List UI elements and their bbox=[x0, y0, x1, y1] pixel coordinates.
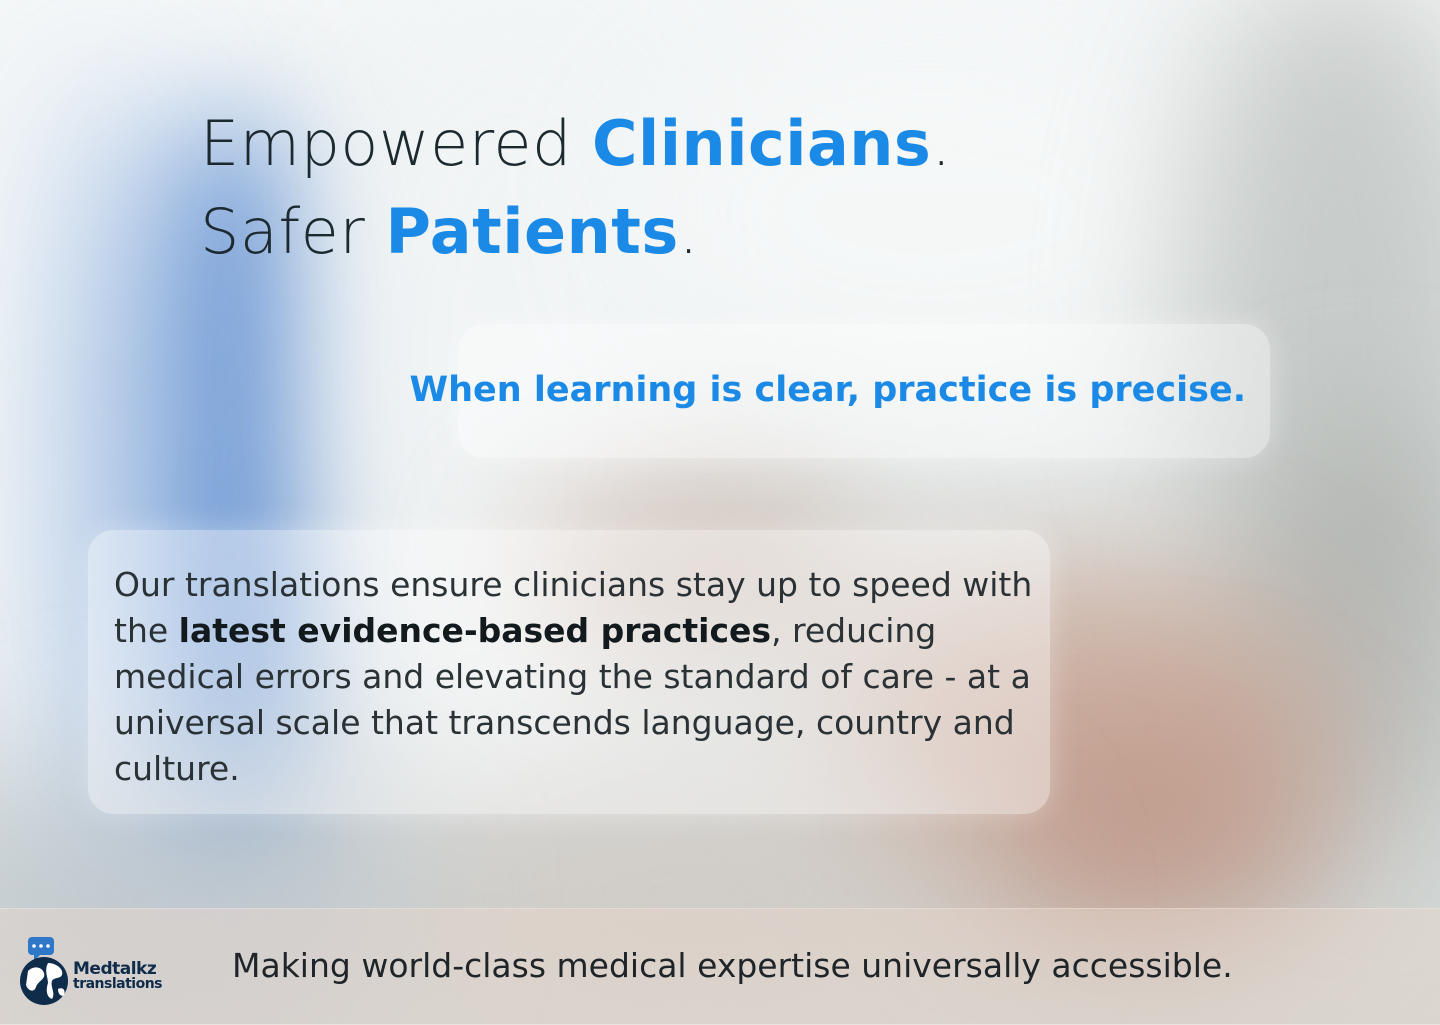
description-text: Our translations ensure clinicians stay … bbox=[114, 565, 1033, 788]
description-emphasis: latest evidence-based practices bbox=[178, 611, 772, 650]
brand-logo: Medtalkz translations bbox=[18, 937, 168, 1009]
headline-line-1: Empowered Clinicians. bbox=[200, 107, 952, 180]
logo-subtitle: translations bbox=[73, 976, 163, 992]
headline-line-2: Safer Patients. bbox=[200, 195, 699, 268]
headline: Empowered Clinicians. Safer Patients. bbox=[200, 100, 952, 276]
description-card: Our translations ensure clinicians stay … bbox=[88, 530, 1050, 814]
footer-tagline: Making world-class medical expertise uni… bbox=[232, 946, 1233, 985]
headline-accent-clinicians: Clinicians bbox=[592, 107, 932, 180]
tagline-text: When learning is clear, practice is prec… bbox=[409, 370, 1246, 410]
tagline-card: When learning is clear, practice is prec… bbox=[409, 324, 1270, 458]
headline-accent-patients: Patients bbox=[385, 195, 679, 268]
globe-chat-icon bbox=[20, 937, 68, 1005]
footer-bar: Medtalkz translations Making world-class… bbox=[0, 908, 1440, 1025]
